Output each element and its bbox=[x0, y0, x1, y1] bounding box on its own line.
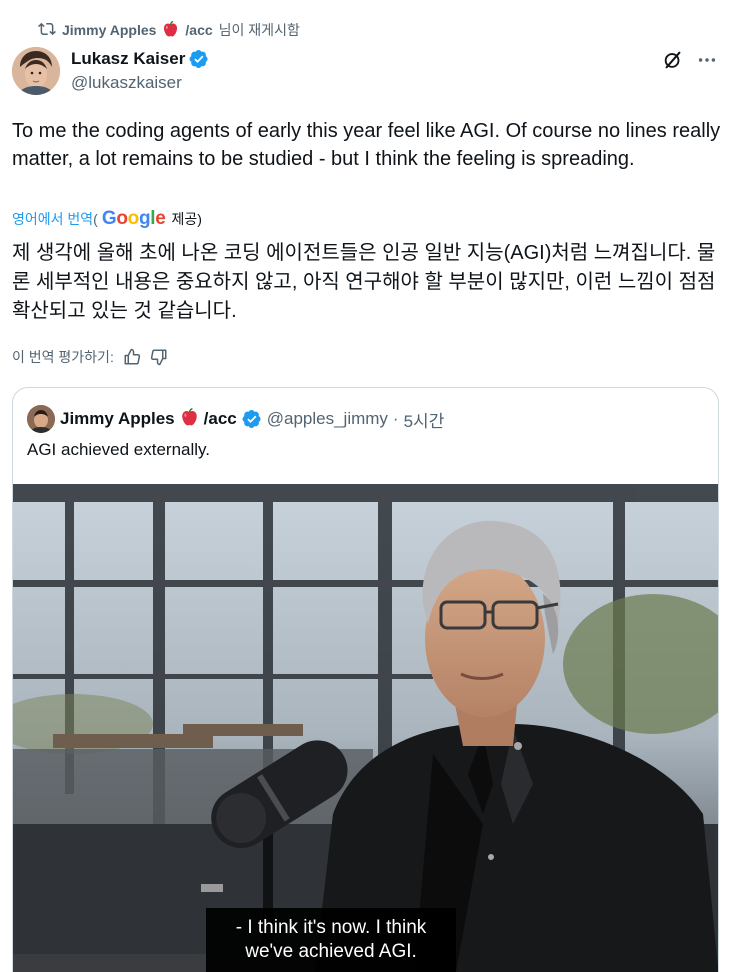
author-avatar[interactable] bbox=[12, 47, 60, 95]
apple-emoji-icon bbox=[180, 407, 199, 432]
tweet-text: To me the coding agents of early this ye… bbox=[12, 120, 721, 170]
google-logo: Google bbox=[101, 208, 166, 229]
quoted-tweet[interactable]: Jimmy Apples /acc @apples_jimmy · 5시간 AG… bbox=[12, 387, 719, 972]
video-subtitle: - I think it's now. I think we've achiev… bbox=[206, 908, 456, 972]
quoted-tweet-header: Jimmy Apples /acc @apples_jimmy · 5시간 bbox=[27, 405, 444, 433]
repost-indicator[interactable]: Jimmy Apples /acc 님이 재게시함 bbox=[38, 18, 300, 42]
thumbs-up-icon[interactable] bbox=[123, 348, 141, 366]
video-subtitle-line-1: - I think it's now. I think bbox=[235, 917, 427, 938]
quoted-author-name-suffix[interactable]: /acc bbox=[204, 409, 237, 429]
repost-user-name[interactable]: Jimmy Apples bbox=[62, 22, 156, 38]
rate-translation-label: 이 번역 평가하기: bbox=[12, 349, 114, 365]
translated-from-link[interactable]: 영어에서 번역 bbox=[12, 209, 93, 229]
translated-text: 제 생각에 올해 초에 나온 코딩 에이전트들은 인공 일반 지능(AGI)처럼… bbox=[12, 242, 716, 322]
repost-suffix-acc: /acc bbox=[185, 22, 213, 38]
author-handle[interactable]: @lukaszkaiser bbox=[71, 73, 209, 93]
provided-label: 제공) bbox=[171, 211, 202, 227]
open-paren: ( bbox=[93, 211, 98, 227]
quoted-author-handle[interactable]: @apples_jimmy bbox=[267, 409, 388, 429]
verified-badge-icon[interactable] bbox=[189, 49, 209, 69]
repost-suffix: 님이 재게시함 bbox=[218, 22, 300, 38]
author-name[interactable]: Lukasz Kaiser bbox=[71, 49, 185, 69]
quoted-author-name[interactable]: Jimmy Apples bbox=[60, 409, 175, 429]
separator-dot: · bbox=[392, 409, 399, 428]
thumbs-down-icon[interactable] bbox=[150, 348, 168, 366]
quoted-video[interactable]: - I think it's now. I think we've achiev… bbox=[13, 484, 718, 972]
quoted-author-avatar[interactable] bbox=[27, 405, 55, 433]
repost-icon bbox=[38, 20, 56, 41]
video-subtitle-line-2: we've achieved AGI. bbox=[245, 941, 417, 962]
translation-attribution: 영어에서 번역 ( Google 제공) bbox=[12, 208, 202, 230]
video-frame-image bbox=[13, 484, 718, 972]
rate-translation: 이 번역 평가하기: bbox=[12, 345, 168, 369]
verified-badge-icon[interactable] bbox=[242, 409, 262, 429]
more-icon[interactable] bbox=[696, 49, 718, 71]
apple-emoji-icon bbox=[162, 20, 179, 41]
quoted-timestamp[interactable]: 5시간 bbox=[404, 407, 445, 432]
quoted-tweet-text: AGI achieved externally. bbox=[27, 440, 210, 459]
grok-icon[interactable] bbox=[662, 49, 684, 71]
